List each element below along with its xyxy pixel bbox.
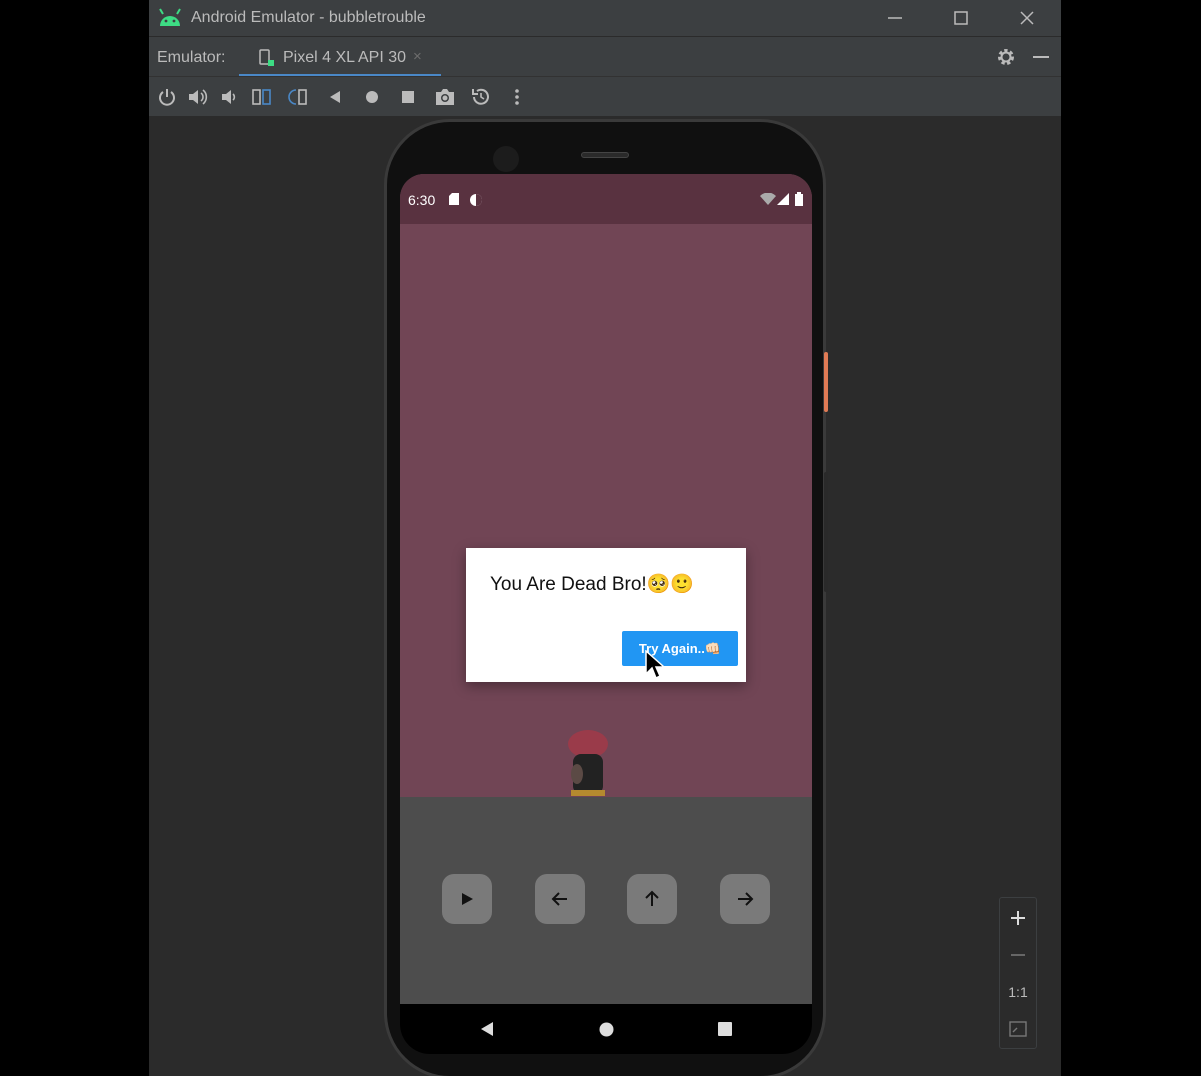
minimize-icon [888, 17, 902, 19]
nav-bar [400, 1004, 812, 1054]
home-icon [366, 91, 378, 103]
front-camera [493, 146, 519, 172]
overview-button[interactable] [396, 85, 420, 109]
emulator-toolbar [149, 76, 1061, 116]
nav-back-icon[interactable] [480, 1021, 494, 1037]
wifi-icon [760, 193, 776, 205]
snapshot-button[interactable] [469, 85, 493, 109]
volume-down-icon [222, 90, 236, 104]
camera-icon [436, 89, 454, 105]
arrow-left-icon [551, 892, 567, 906]
emulator-window: Android Emulator - bubbletrouble Emulato… [149, 0, 1061, 1076]
player-character [568, 730, 608, 796]
maximize-button[interactable] [941, 4, 981, 32]
gear-icon[interactable] [995, 46, 1017, 68]
status-bar: 6:30 [400, 174, 812, 224]
power-key[interactable] [824, 352, 828, 412]
move-left-button[interactable] [535, 874, 585, 924]
overview-icon [402, 91, 414, 103]
maximize-icon [954, 11, 968, 25]
data-saver-icon [470, 194, 482, 206]
try-again-button[interactable]: Try Again..👊🏻 [622, 631, 738, 666]
tab-label: Pixel 4 XL API 30 [283, 49, 407, 66]
power-icon [159, 89, 175, 106]
status-time: 6:30 [408, 192, 436, 208]
more-icon [515, 89, 519, 105]
volume-down-button[interactable] [217, 85, 241, 109]
title-bar: Android Emulator - bubbletrouble [149, 0, 1061, 36]
shoot-up-button[interactable] [627, 874, 677, 924]
power-button[interactable] [155, 85, 179, 109]
back-icon [330, 91, 340, 103]
rotate-right-icon [288, 89, 307, 105]
tab-bar: Emulator: Pixel 4 XL API 30 × [149, 36, 1061, 77]
volume-key[interactable] [824, 472, 828, 592]
fit-screen-icon [1009, 1021, 1027, 1037]
minus-icon [1011, 954, 1025, 956]
sd-card-icon [449, 193, 459, 205]
volume-up-icon [189, 89, 208, 105]
back-button[interactable] [323, 85, 347, 109]
close-button[interactable] [1007, 4, 1047, 32]
screenshot-button[interactable] [433, 85, 457, 109]
controls-panel [400, 797, 812, 1004]
zoom-in-button[interactable] [1000, 900, 1036, 936]
earpiece-speaker [581, 152, 629, 158]
tab-close-icon[interactable]: × [413, 48, 422, 65]
snapshot-icon [472, 88, 489, 105]
battery-icon [795, 192, 803, 206]
android-icon [159, 8, 181, 26]
nav-overview-icon[interactable] [718, 1022, 732, 1036]
plus-icon [1011, 911, 1025, 925]
minimize-button[interactable] [875, 4, 915, 32]
game-over-dialog: You Are Dead Bro!🥺🙂 Try Again..👊🏻 [466, 548, 746, 682]
nav-home-icon[interactable] [599, 1022, 614, 1037]
zoom-controls: 1:1 [999, 897, 1037, 1049]
home-button[interactable] [360, 85, 384, 109]
play-button[interactable] [442, 874, 492, 924]
hide-panel-icon[interactable] [1033, 56, 1049, 58]
fit-screen-button[interactable] [1000, 1011, 1036, 1047]
volume-up-button[interactable] [186, 85, 210, 109]
rotate-right-button[interactable] [286, 85, 310, 109]
rotate-left-button[interactable] [250, 85, 274, 109]
zoom-actual-size-button[interactable]: 1:1 [1000, 974, 1036, 1010]
signal-icon [777, 193, 789, 205]
device-screen[interactable]: 6:30 You Are Dead Bro!🥺🙂 Try Again..👊🏻 [400, 174, 812, 1004]
rotate-left-icon [252, 89, 271, 105]
close-icon [1020, 11, 1034, 25]
dialog-message: You Are Dead Bro!🥺🙂 [490, 574, 694, 595]
emulator-label: Emulator: [157, 49, 226, 66]
mouse-cursor-icon [645, 650, 665, 680]
arrow-up-icon [645, 890, 659, 906]
more-button[interactable] [505, 85, 529, 109]
zoom-out-button[interactable] [1000, 937, 1036, 973]
move-right-button[interactable] [720, 874, 770, 924]
arrow-right-icon [738, 892, 754, 906]
device-icon [259, 49, 274, 66]
window-title: Android Emulator - bubbletrouble [191, 9, 426, 26]
play-icon [462, 893, 473, 905]
tab-device[interactable]: Pixel 4 XL API 30 × [239, 37, 441, 77]
device-frame: 6:30 You Are Dead Bro!🥺🙂 Try Again..👊🏻 [384, 119, 828, 1076]
